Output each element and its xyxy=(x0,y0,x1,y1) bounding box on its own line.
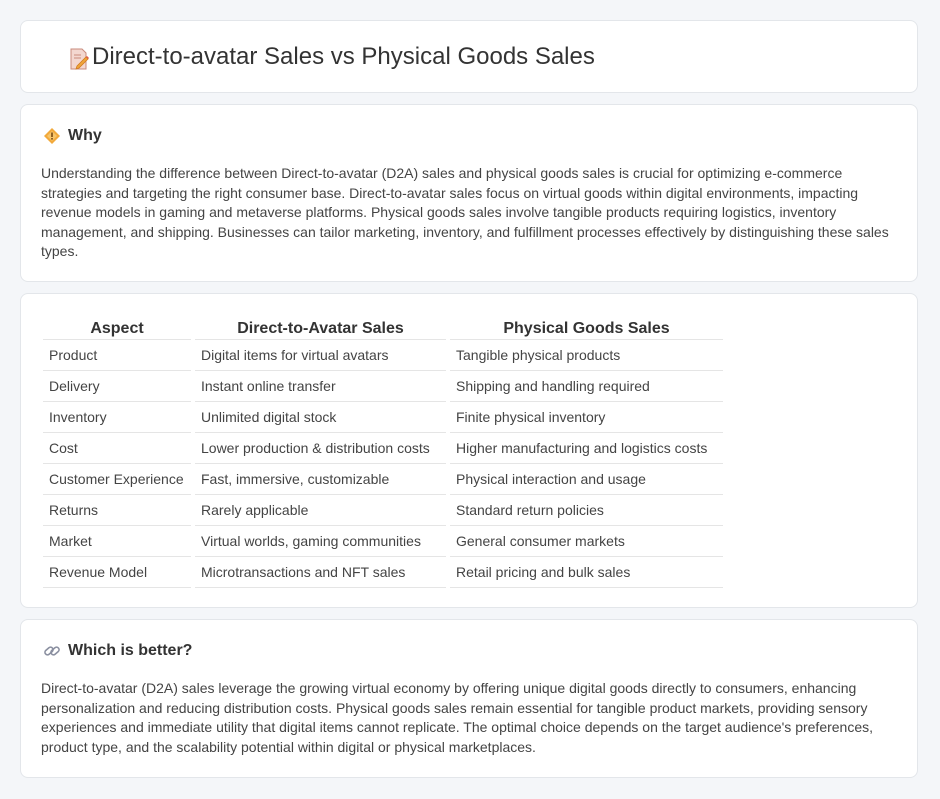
table-row: Cost Lower production & distribution cos… xyxy=(43,432,723,464)
table-cell: Shipping and handling required xyxy=(448,370,723,402)
table-row: Delivery Instant online transfer Shippin… xyxy=(43,370,723,402)
table-cell: Lower production & distribution costs xyxy=(193,432,450,464)
table-cell: Microtransactions and NFT sales xyxy=(193,556,450,588)
page-title: Direct-to-avatar Sales vs Physical Goods… xyxy=(92,43,595,70)
table-cell: Physical interaction and usage xyxy=(448,463,723,495)
table-cell: Retail pricing and bulk sales xyxy=(448,556,723,588)
table-cell: Virtual worlds, gaming communities xyxy=(193,525,450,557)
why-heading: Why xyxy=(68,127,102,144)
table-cell: Fast, immersive, customizable xyxy=(193,463,450,495)
column-header-d2a: Direct-to-Avatar Sales xyxy=(193,316,450,340)
why-heading-row: Why xyxy=(43,127,102,145)
comparison-table-card: Aspect Direct-to-Avatar Sales Physical G… xyxy=(20,293,918,608)
table-row: Product Digital items for virtual avatar… xyxy=(43,339,723,371)
table-cell: Market xyxy=(43,525,195,557)
document-pencil-icon xyxy=(70,48,89,70)
title-card: Direct-to-avatar Sales vs Physical Goods… xyxy=(20,20,918,93)
diamond-warning-icon xyxy=(44,128,60,144)
column-header-physical: Physical Goods Sales xyxy=(448,316,723,340)
table-cell: Standard return policies xyxy=(448,494,723,526)
table-cell: Delivery xyxy=(43,370,195,402)
table-cell: General consumer markets xyxy=(448,525,723,557)
better-text: Direct-to-avatar (D2A) sales leverage th… xyxy=(41,680,874,755)
table-cell: Cost xyxy=(43,432,195,464)
table-header-row: Aspect Direct-to-Avatar Sales Physical G… xyxy=(43,316,723,340)
table-cell: Finite physical inventory xyxy=(448,401,723,433)
comparison-table: Aspect Direct-to-Avatar Sales Physical G… xyxy=(43,316,723,588)
table-cell: Digital items for virtual avatars xyxy=(193,339,450,371)
table-cell: Unlimited digital stock xyxy=(193,401,450,433)
better-heading: Which is better? xyxy=(68,642,193,659)
table-cell: Tangible physical products xyxy=(448,339,723,371)
table-row: Customer Experience Fast, immersive, cus… xyxy=(43,463,723,495)
table-cell: Inventory xyxy=(43,401,195,433)
table-row: Revenue Model Microtransactions and NFT … xyxy=(43,556,723,588)
table-cell: Instant online transfer xyxy=(193,370,450,402)
why-section: Why Understanding the difference between… xyxy=(20,104,918,282)
table-cell: Higher manufacturing and logistics costs xyxy=(448,432,723,464)
table-cell: Rarely applicable xyxy=(193,494,450,526)
table-row: Returns Rarely applicable Standard retur… xyxy=(43,494,723,526)
why-text: Understanding the difference between Dir… xyxy=(41,165,889,260)
which-is-better-section: Which is better? Direct-to-avatar (D2A) … xyxy=(20,619,918,778)
column-header-aspect: Aspect xyxy=(43,316,195,340)
table-cell: Product xyxy=(43,339,195,371)
table-row: Inventory Unlimited digital stock Finite… xyxy=(43,401,723,433)
better-heading-row: Which is better? xyxy=(43,642,192,660)
table-cell: Customer Experience xyxy=(43,463,195,495)
table-row: Market Virtual worlds, gaming communitie… xyxy=(43,525,723,557)
table-cell: Returns xyxy=(43,494,195,526)
link-icon xyxy=(44,646,60,656)
table-cell: Revenue Model xyxy=(43,556,195,588)
